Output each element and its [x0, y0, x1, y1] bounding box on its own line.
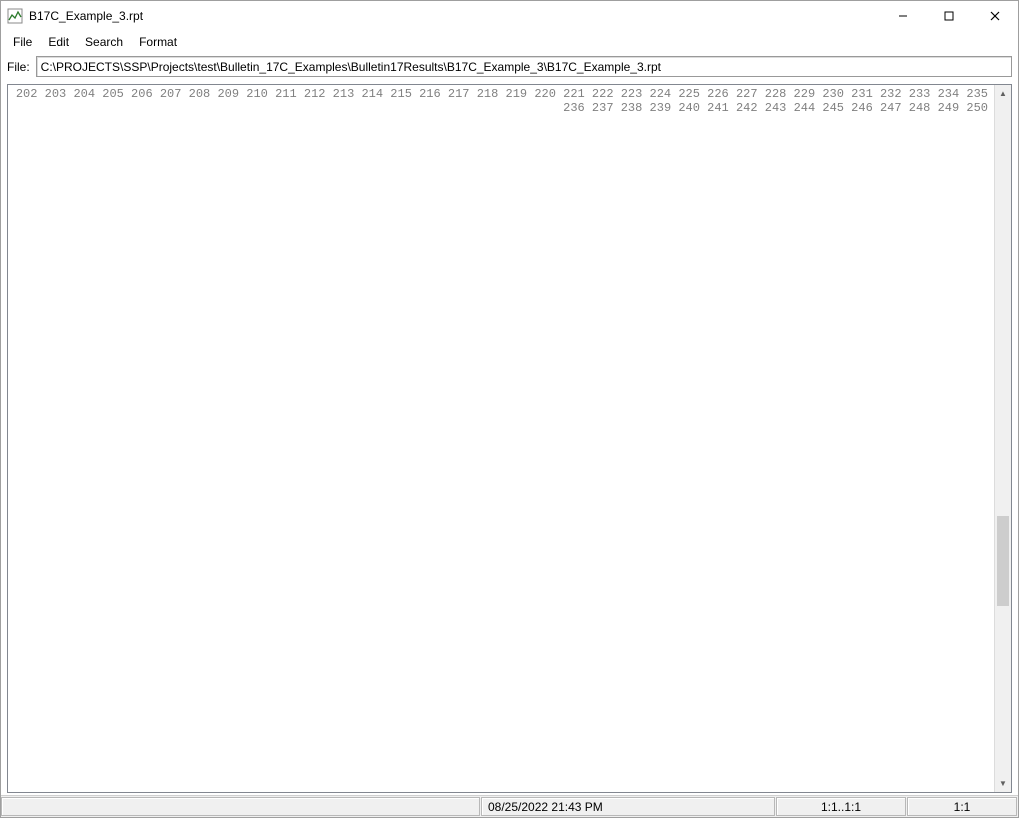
scroll-down-arrow[interactable]: ▼: [995, 775, 1011, 792]
statusbar: 08/25/2022 21:43 PM 1:1..1:1 1:1: [1, 795, 1018, 817]
scroll-thumb[interactable]: [997, 516, 1009, 606]
app-window: B17C_Example_3.rpt File Edit Search Form…: [0, 0, 1019, 818]
scroll-up-arrow[interactable]: ▲: [995, 85, 1011, 102]
status-selection: 1:1..1:1: [776, 797, 906, 816]
vertical-scrollbar[interactable]: ▲ ▼: [994, 85, 1011, 792]
menu-format[interactable]: Format: [131, 33, 185, 51]
file-path-input[interactable]: [36, 56, 1012, 77]
menu-file[interactable]: File: [5, 33, 40, 51]
maximize-button[interactable]: [926, 1, 972, 31]
status-panel-left: [1, 797, 480, 816]
menubar: File Edit Search Format: [1, 31, 1018, 53]
minimize-button[interactable]: [880, 1, 926, 31]
editor-container: 202 203 204 205 206 207 208 209 210 211 …: [1, 80, 1018, 795]
editor-frame: 202 203 204 205 206 207 208 209 210 211 …: [7, 84, 1012, 793]
status-zoom: 1:1: [907, 797, 1017, 816]
line-number-gutter: 202 203 204 205 206 207 208 209 210 211 …: [8, 85, 991, 792]
menu-search[interactable]: Search: [77, 33, 131, 51]
titlebar: B17C_Example_3.rpt: [1, 1, 1018, 31]
menu-edit[interactable]: Edit: [40, 33, 77, 51]
window-controls: [880, 1, 1018, 31]
status-date: 08/25/2022 21:43 PM: [481, 797, 775, 816]
file-label: File:: [7, 60, 32, 74]
window-title: B17C_Example_3.rpt: [29, 9, 880, 23]
app-icon: [7, 8, 23, 24]
close-button[interactable]: [972, 1, 1018, 31]
editor-scroll: 202 203 204 205 206 207 208 209 210 211 …: [8, 85, 994, 792]
file-path-row: File:: [1, 53, 1018, 80]
